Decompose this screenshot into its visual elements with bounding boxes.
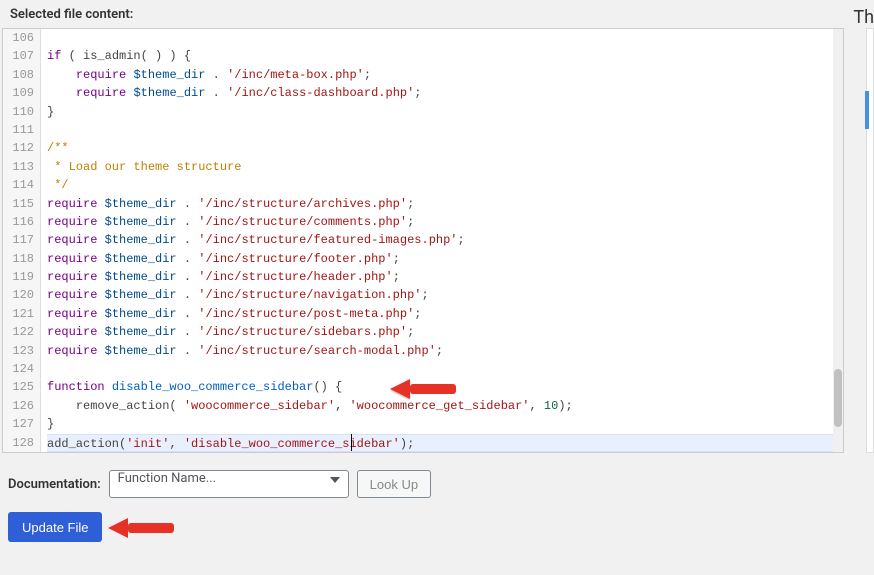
code-line[interactable]: require $theme_dir . '/inc/class-dashboa… xyxy=(47,84,833,102)
line-number: 124 xyxy=(3,360,34,378)
selected-file-indicator xyxy=(865,91,869,129)
right-panel-title: Th xyxy=(853,7,874,28)
line-number: 108 xyxy=(3,66,34,84)
code-content[interactable]: if ( is_admin( ) ) { require $theme_dir … xyxy=(41,29,833,452)
line-number: 128 xyxy=(3,434,34,452)
line-number-gutter: 1061071081091101111121131141151161171181… xyxy=(3,29,41,452)
line-number: 107 xyxy=(3,47,34,65)
code-line[interactable]: require $theme_dir . '/inc/structure/sid… xyxy=(47,323,833,341)
code-line[interactable]: add_action('init', 'disable_woo_commerce… xyxy=(47,434,833,452)
line-number: 112 xyxy=(3,139,34,157)
documentation-row: Documentation: Function Name... Look Up xyxy=(8,470,431,498)
line-number: 106 xyxy=(3,29,34,47)
code-line[interactable]: require $theme_dir . '/inc/structure/fea… xyxy=(47,231,833,249)
code-line[interactable]: * Load our theme structure xyxy=(47,158,833,176)
select-placeholder: Function Name... xyxy=(118,471,216,486)
code-line[interactable] xyxy=(47,360,833,378)
line-number: 113 xyxy=(3,158,34,176)
code-line[interactable] xyxy=(47,29,833,47)
section-title: Selected file content: xyxy=(10,7,133,22)
line-number: 117 xyxy=(3,231,34,249)
line-number: 126 xyxy=(3,397,34,415)
line-number: 110 xyxy=(3,103,34,121)
line-number: 127 xyxy=(3,415,34,433)
code-line[interactable]: require $theme_dir . '/inc/structure/foo… xyxy=(47,250,833,268)
code-line[interactable]: require $theme_dir . '/inc/meta-box.php'… xyxy=(47,66,833,84)
function-name-select[interactable]: Function Name... xyxy=(109,470,349,498)
code-line[interactable]: function disable_woo_commerce_sidebar() … xyxy=(47,378,833,396)
vertical-scrollbar[interactable] xyxy=(833,29,843,452)
lookup-button[interactable]: Look Up xyxy=(357,470,431,498)
line-number: 114 xyxy=(3,176,34,194)
code-line[interactable]: require $theme_dir . '/inc/structure/arc… xyxy=(47,195,833,213)
line-number: 116 xyxy=(3,213,34,231)
code-line[interactable]: } xyxy=(47,415,833,433)
code-line[interactable]: remove_action( 'woocommerce_sidebar', 'w… xyxy=(47,397,833,415)
code-line[interactable]: if ( is_admin( ) ) { xyxy=(47,47,833,65)
line-number: 115 xyxy=(3,195,34,213)
text-cursor xyxy=(351,434,352,451)
line-number: 119 xyxy=(3,268,34,286)
code-line[interactable]: require $theme_dir . '/inc/structure/com… xyxy=(47,213,833,231)
line-number: 122 xyxy=(3,323,34,341)
file-list-panel[interactable] xyxy=(866,28,874,453)
line-number: 109 xyxy=(3,84,34,102)
code-line[interactable]: require $theme_dir . '/inc/structure/hea… xyxy=(47,268,833,286)
line-number: 123 xyxy=(3,342,34,360)
code-line[interactable] xyxy=(47,121,833,139)
code-line[interactable]: } xyxy=(47,103,833,121)
code-line[interactable]: require $theme_dir . '/inc/structure/sea… xyxy=(47,342,833,360)
scroll-thumb[interactable] xyxy=(834,369,842,427)
update-file-button[interactable]: Update File xyxy=(8,512,102,542)
documentation-label: Documentation: xyxy=(8,477,101,492)
code-line[interactable]: require $theme_dir . '/inc/structure/pos… xyxy=(47,305,833,323)
line-number: 111 xyxy=(3,121,34,139)
chevron-down-icon xyxy=(330,477,340,483)
line-number: 120 xyxy=(3,286,34,304)
annotation-arrow-icon xyxy=(106,512,176,544)
line-number: 118 xyxy=(3,250,34,268)
line-number: 125 xyxy=(3,378,34,396)
line-number: 121 xyxy=(3,305,34,323)
code-editor[interactable]: 1061071081091101111121131141151161171181… xyxy=(2,28,844,453)
code-line[interactable]: */ xyxy=(47,176,833,194)
code-line[interactable]: /** xyxy=(47,139,833,157)
code-line[interactable]: require $theme_dir . '/inc/structure/nav… xyxy=(47,286,833,304)
